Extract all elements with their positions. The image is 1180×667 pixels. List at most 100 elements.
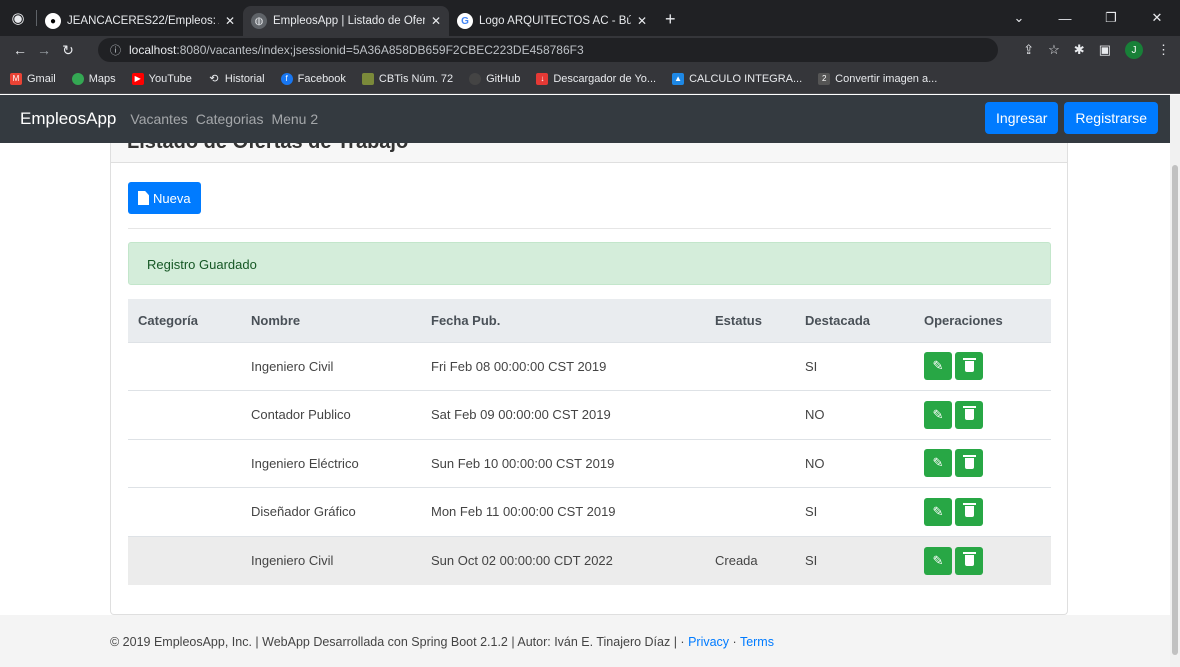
edit-button[interactable]: ✎ bbox=[924, 400, 952, 429]
calculo-icon: ▲ bbox=[672, 72, 685, 85]
terms-link[interactable]: Terms bbox=[740, 635, 774, 649]
new-tab-button[interactable]: + bbox=[665, 9, 676, 30]
google-icon: G bbox=[457, 13, 473, 29]
edit-button[interactable]: ✎ bbox=[924, 449, 952, 478]
cell-fecha: Sat Feb 09 00:00:00 CST 2019 bbox=[421, 390, 705, 439]
trash-icon bbox=[962, 552, 976, 566]
new-vacancy-button[interactable]: Nueva bbox=[128, 182, 201, 214]
navbar-brand[interactable]: EmpleosApp bbox=[20, 109, 116, 129]
bookmarks-bar: M Gmail Maps ▶ YouTube ⟲ Historial f Faceboo… bbox=[0, 64, 1180, 94]
column-header: Categoría bbox=[128, 299, 241, 343]
bookmark-historial[interactable]: ⟲ Historial bbox=[208, 73, 264, 86]
github-icon bbox=[469, 72, 482, 85]
bookmark-gmail[interactable]: M Gmail bbox=[10, 72, 56, 85]
delete-button[interactable] bbox=[955, 352, 983, 381]
bookmark-youtube[interactable]: ▶ YouTube bbox=[131, 72, 192, 85]
forward-icon[interactable]: → bbox=[32, 42, 56, 58]
close-tab-icon[interactable]: ✕ bbox=[225, 14, 235, 28]
cell-operaciones: ✎ bbox=[914, 487, 1051, 536]
delete-button[interactable] bbox=[955, 497, 983, 526]
cell-destacada: SI bbox=[795, 535, 914, 585]
bookmark-cbtis[interactable]: CBTis Núm. 72 bbox=[361, 72, 453, 85]
footer-copyright: © 2019 EmpleosApp, Inc. | WebApp Desarro… bbox=[110, 635, 677, 649]
cbtis-icon bbox=[361, 72, 374, 85]
url-input[interactable]: ⓘ localhost:8080/vacantes/index;jsession… bbox=[98, 38, 998, 62]
cell-estatus: Creada bbox=[705, 535, 795, 585]
cell-destacada: SI bbox=[795, 487, 914, 536]
bookmark-descargador[interactable]: ↓ Descargador de Yo... bbox=[536, 72, 656, 85]
minimize-icon[interactable]: — bbox=[1042, 11, 1088, 26]
gmail-icon: M bbox=[10, 72, 22, 85]
browser-menu-icon[interactable]: ◉ bbox=[0, 0, 36, 36]
share-icon[interactable]: ⇪ bbox=[1023, 42, 1034, 58]
tab-search-icon[interactable]: ⌄ bbox=[996, 10, 1042, 26]
edit-button[interactable]: ✎ bbox=[924, 352, 952, 381]
profile-avatar[interactable]: J bbox=[1125, 41, 1143, 59]
globe-icon: ◍ bbox=[251, 13, 267, 29]
toolbar-right: ⇪ ☆ ✱ ▣ J ⋮ bbox=[1023, 36, 1170, 64]
youtube-icon: ▶ bbox=[131, 72, 144, 85]
bookmark-facebook[interactable]: f Facebook bbox=[280, 72, 346, 85]
page-viewport: Listado de Ofertas de Trabajo Nueva Regi… bbox=[0, 95, 1170, 667]
facebook-icon: f bbox=[280, 72, 293, 85]
table-row: Diseñador Gráfico Mon Feb 11 00:00:00 CS… bbox=[128, 487, 1051, 536]
nav-link-categorias[interactable]: Categorias bbox=[196, 111, 264, 127]
download-icon: ↓ bbox=[536, 72, 549, 85]
bookmark-label: CALCULO INTEGRA... bbox=[689, 72, 803, 85]
delete-button[interactable] bbox=[955, 546, 983, 575]
url-path: :8080/vacantes/index;jsessionid=5A36A858… bbox=[176, 43, 584, 57]
cell-estatus bbox=[705, 487, 795, 536]
browser-tab-github[interactable]: ● JEANCACERES22/Empleos: Aplica ✕ bbox=[37, 6, 243, 36]
scrollbar-thumb[interactable] bbox=[1172, 165, 1178, 655]
pencil-icon: ✎ bbox=[932, 552, 944, 568]
pencil-icon: ✎ bbox=[932, 358, 944, 374]
delete-button[interactable] bbox=[955, 400, 983, 429]
cell-estatus bbox=[705, 341, 795, 391]
nav-link-vacantes[interactable]: Vacantes bbox=[130, 111, 187, 127]
browser-tab-bar: ◉ ● JEANCACERES22/Empleos: Aplica ✕ ◍ Em… bbox=[0, 0, 1180, 36]
table-row: Ingeniero Eléctrico Sun Feb 10 00:00:00 … bbox=[128, 438, 1051, 488]
cell-fecha: Mon Feb 11 00:00:00 CST 2019 bbox=[421, 487, 705, 536]
cell-nombre: Ingeniero Civil bbox=[241, 341, 421, 391]
cell-estatus bbox=[705, 390, 795, 439]
pencil-icon: ✎ bbox=[932, 455, 944, 471]
privacy-link[interactable]: Privacy bbox=[688, 635, 729, 649]
extensions-icon[interactable]: ✱ bbox=[1074, 42, 1085, 58]
cell-destacada: NO bbox=[795, 390, 914, 439]
browser-tab-google[interactable]: G Logo ARQUITECTOS AC - Búsque ✕ bbox=[449, 6, 655, 36]
more-menu-icon[interactable]: ⋮ bbox=[1157, 42, 1170, 58]
github-icon: ● bbox=[45, 13, 61, 29]
bookmark-maps[interactable]: Maps bbox=[71, 72, 116, 85]
cell-estatus bbox=[705, 438, 795, 488]
bookmark-calculo[interactable]: ▲ CALCULO INTEGRA... bbox=[672, 72, 803, 85]
cell-categoria bbox=[128, 341, 241, 391]
reload-icon[interactable]: ↻ bbox=[56, 42, 80, 59]
nav-link-menu2[interactable]: Menu 2 bbox=[271, 111, 318, 127]
page-scrollbar[interactable] bbox=[1170, 95, 1180, 667]
pencil-icon: ✎ bbox=[932, 503, 944, 519]
bookmark-convertir[interactable]: 2 Convertir imagen a... bbox=[818, 72, 937, 85]
address-bar-row: ← → ↻ ⓘ localhost:8080/vacantes/index;js… bbox=[0, 36, 1180, 64]
back-icon[interactable]: ← bbox=[8, 42, 32, 58]
browser-tab-empleosapp[interactable]: ◍ EmpleosApp | Listado de Ofertas ✕ bbox=[243, 6, 449, 36]
edit-button[interactable]: ✎ bbox=[924, 497, 952, 526]
login-button[interactable]: Ingresar bbox=[985, 102, 1059, 134]
trash-icon bbox=[962, 503, 976, 518]
side-panel-icon[interactable]: ▣ bbox=[1099, 42, 1111, 58]
cell-categoria bbox=[128, 390, 241, 439]
success-alert: Registro Guardado bbox=[128, 242, 1051, 285]
site-info-icon[interactable]: ⓘ bbox=[110, 42, 121, 58]
edit-button[interactable]: ✎ bbox=[924, 546, 952, 575]
bookmark-github[interactable]: GitHub bbox=[469, 72, 520, 85]
vacancies-table: Categoría Nombre Fecha Pub. Estatus Dest… bbox=[128, 299, 1051, 585]
close-tab-icon[interactable]: ✕ bbox=[637, 14, 647, 28]
close-tab-icon[interactable]: ✕ bbox=[431, 14, 441, 28]
delete-button[interactable] bbox=[955, 449, 983, 478]
tab-title: JEANCACERES22/Empleos: Aplica bbox=[67, 15, 219, 27]
register-button[interactable]: Registrarse bbox=[1064, 102, 1158, 134]
cell-nombre: Diseñador Gráfico bbox=[241, 487, 421, 536]
restore-icon[interactable]: ❐ bbox=[1088, 10, 1134, 26]
bookmark-star-icon[interactable]: ☆ bbox=[1048, 42, 1060, 58]
bookmark-label: Gmail bbox=[27, 72, 56, 85]
close-window-icon[interactable]: ✕ bbox=[1134, 10, 1180, 26]
